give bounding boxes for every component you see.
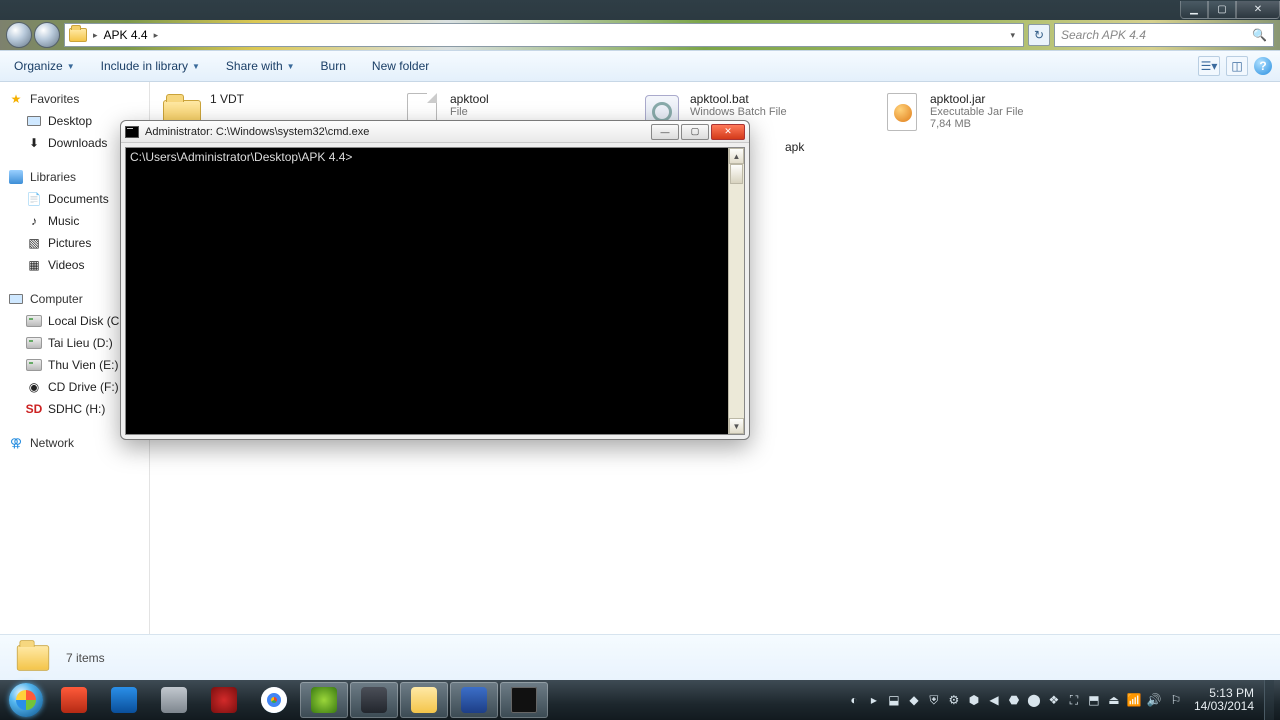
- address-bar[interactable]: ▸ APK 4.4 ▸ ▾: [64, 23, 1024, 47]
- taskbar-item-ccleaner[interactable]: [50, 682, 98, 718]
- toolbar: Organize▼ Include in library▼ Share with…: [0, 50, 1280, 82]
- tray-icon-6[interactable]: ⬢: [966, 692, 982, 708]
- tray-icon-10[interactable]: ❖: [1046, 692, 1062, 708]
- ccleaner-icon: [61, 687, 87, 713]
- cmd-close-button[interactable]: ✕: [711, 124, 745, 140]
- refresh-button[interactable]: ↻: [1028, 24, 1050, 46]
- burn-button[interactable]: Burn: [315, 55, 352, 77]
- breadcrumb-folder[interactable]: APK 4.4: [104, 28, 148, 42]
- taskbar-item-explorer[interactable]: [400, 682, 448, 718]
- app-blue-icon: [111, 687, 137, 713]
- help-button[interactable]: ?: [1254, 57, 1272, 75]
- file-item-partial[interactable]: apk: [785, 140, 804, 154]
- preview-pane-button[interactable]: ◫: [1226, 56, 1248, 76]
- system-tray: ◐▸⬓◆⛨⚙⬢◀⬣⬤❖⛶⬒⏏📶🔊 ⚐ 5:13 PM 14/03/2014: [846, 687, 1264, 713]
- taskbar-item-app-dark[interactable]: [350, 682, 398, 718]
- share-with-button[interactable]: Share with▼: [220, 55, 301, 77]
- search-placeholder: Search APK 4.4: [1061, 28, 1146, 42]
- tray-icon-1[interactable]: ▸: [866, 692, 882, 708]
- new-folder-button[interactable]: New folder: [366, 55, 435, 77]
- cmd-icon: [125, 126, 139, 138]
- taskbar-item-chrome[interactable]: [250, 682, 298, 718]
- folder-icon: [69, 28, 87, 42]
- taskbar-item-task-manager[interactable]: [150, 682, 198, 718]
- tray-icon-11[interactable]: ⛶: [1066, 692, 1082, 708]
- breadcrumb-sep: ▸: [93, 30, 98, 41]
- window-caption-bar: ▁ ▢ ✕: [0, 0, 1280, 20]
- scroll-thumb[interactable]: [730, 164, 743, 184]
- favorites-header[interactable]: ★Favorites: [4, 88, 145, 110]
- chrome-icon: [261, 687, 287, 713]
- cmd-terminal[interactable]: C:\Users\Administrator\Desktop\APK 4.4> …: [125, 147, 745, 435]
- tray-icon-2[interactable]: ⬓: [886, 692, 902, 708]
- taskbar-item-cmd[interactable]: [500, 682, 548, 718]
- close-button[interactable]: ✕: [1236, 1, 1280, 19]
- tray-icon-15[interactable]: 🔊: [1146, 692, 1162, 708]
- tray-icon-7[interactable]: ◀: [986, 692, 1002, 708]
- tray-icon-14[interactable]: 📶: [1126, 692, 1142, 708]
- taskbar-item-lg[interactable]: [200, 682, 248, 718]
- app-dark-icon: [361, 687, 387, 713]
- cmd-minimize-button[interactable]: —: [651, 124, 679, 140]
- minimize-button[interactable]: ▁: [1180, 1, 1208, 19]
- action-center-icon[interactable]: ⚐: [1168, 692, 1184, 708]
- status-bar: 7 items: [0, 634, 1280, 680]
- tray-icon-12[interactable]: ⬒: [1086, 692, 1102, 708]
- show-desktop-button[interactable]: [1264, 680, 1274, 720]
- cmd-maximize-button[interactable]: ▢: [681, 124, 709, 140]
- nav-row: ▸ APK 4.4 ▸ ▾ ↻ Search APK 4.4 🔍: [0, 20, 1280, 50]
- tray-icon-9[interactable]: ⬤: [1026, 692, 1042, 708]
- tray-icon-5[interactable]: ⚙: [946, 692, 962, 708]
- cmd-scrollbar[interactable]: ▲ ▼: [728, 148, 744, 434]
- folder-icon: [17, 645, 49, 671]
- start-button[interactable]: [6, 680, 46, 720]
- taskbar-items: [50, 682, 548, 718]
- cmd-window[interactable]: Administrator: C:\Windows\system32\cmd.e…: [120, 120, 750, 440]
- scroll-down-button[interactable]: ▼: [729, 418, 744, 434]
- scroll-up-button[interactable]: ▲: [729, 148, 744, 164]
- view-options-button[interactable]: ☰▾: [1198, 56, 1220, 76]
- maximize-button[interactable]: ▢: [1208, 1, 1236, 19]
- jar-file-icon: [887, 93, 917, 131]
- lg-icon: [211, 687, 237, 713]
- task-manager-icon: [161, 687, 187, 713]
- breadcrumb-sep-2: ▸: [154, 30, 159, 41]
- scroll-track[interactable]: [729, 164, 744, 418]
- clock-date: 14/03/2014: [1194, 700, 1254, 713]
- tray-icon-3[interactable]: ◆: [906, 692, 922, 708]
- cmd-title-bar[interactable]: Administrator: C:\Windows\system32\cmd.e…: [121, 121, 749, 143]
- file-item[interactable]: apktool.jarExecutable Jar File7,84 MB: [880, 90, 1100, 134]
- search-box[interactable]: Search APK 4.4 🔍: [1054, 23, 1274, 47]
- tray-icon-8[interactable]: ⬣: [1006, 692, 1022, 708]
- forward-button[interactable]: [34, 22, 60, 48]
- tray-icon-0[interactable]: ◐: [846, 692, 862, 708]
- taskbar-item-word[interactable]: [450, 682, 498, 718]
- explorer-icon: [411, 687, 437, 713]
- nav-back-forward: [6, 22, 60, 48]
- address-dropdown[interactable]: ▾: [1006, 30, 1019, 41]
- start-orb-icon: [9, 683, 43, 717]
- tray-icon-13[interactable]: ⏏: [1106, 692, 1122, 708]
- include-in-library-button[interactable]: Include in library▼: [95, 55, 206, 77]
- word-icon: [461, 687, 487, 713]
- tray-icon-4[interactable]: ⛨: [926, 692, 942, 708]
- taskbar-item-app-blue[interactable]: [100, 682, 148, 718]
- organize-button[interactable]: Organize▼: [8, 55, 81, 77]
- back-button[interactable]: [6, 22, 32, 48]
- status-text: 7 items: [66, 651, 105, 665]
- taskbar-item-utorrent[interactable]: [300, 682, 348, 718]
- cmd-icon: [511, 687, 537, 713]
- cmd-prompt: C:\Users\Administrator\Desktop\APK 4.4>: [130, 150, 352, 164]
- utorrent-icon: [311, 687, 337, 713]
- taskbar: ◐▸⬓◆⛨⚙⬢◀⬣⬤❖⛶⬒⏏📶🔊 ⚐ 5:13 PM 14/03/2014: [0, 680, 1280, 720]
- search-icon: 🔍: [1252, 28, 1267, 42]
- cmd-title-text: Administrator: C:\Windows\system32\cmd.e…: [145, 126, 369, 138]
- clock[interactable]: 5:13 PM 14/03/2014: [1190, 687, 1258, 713]
